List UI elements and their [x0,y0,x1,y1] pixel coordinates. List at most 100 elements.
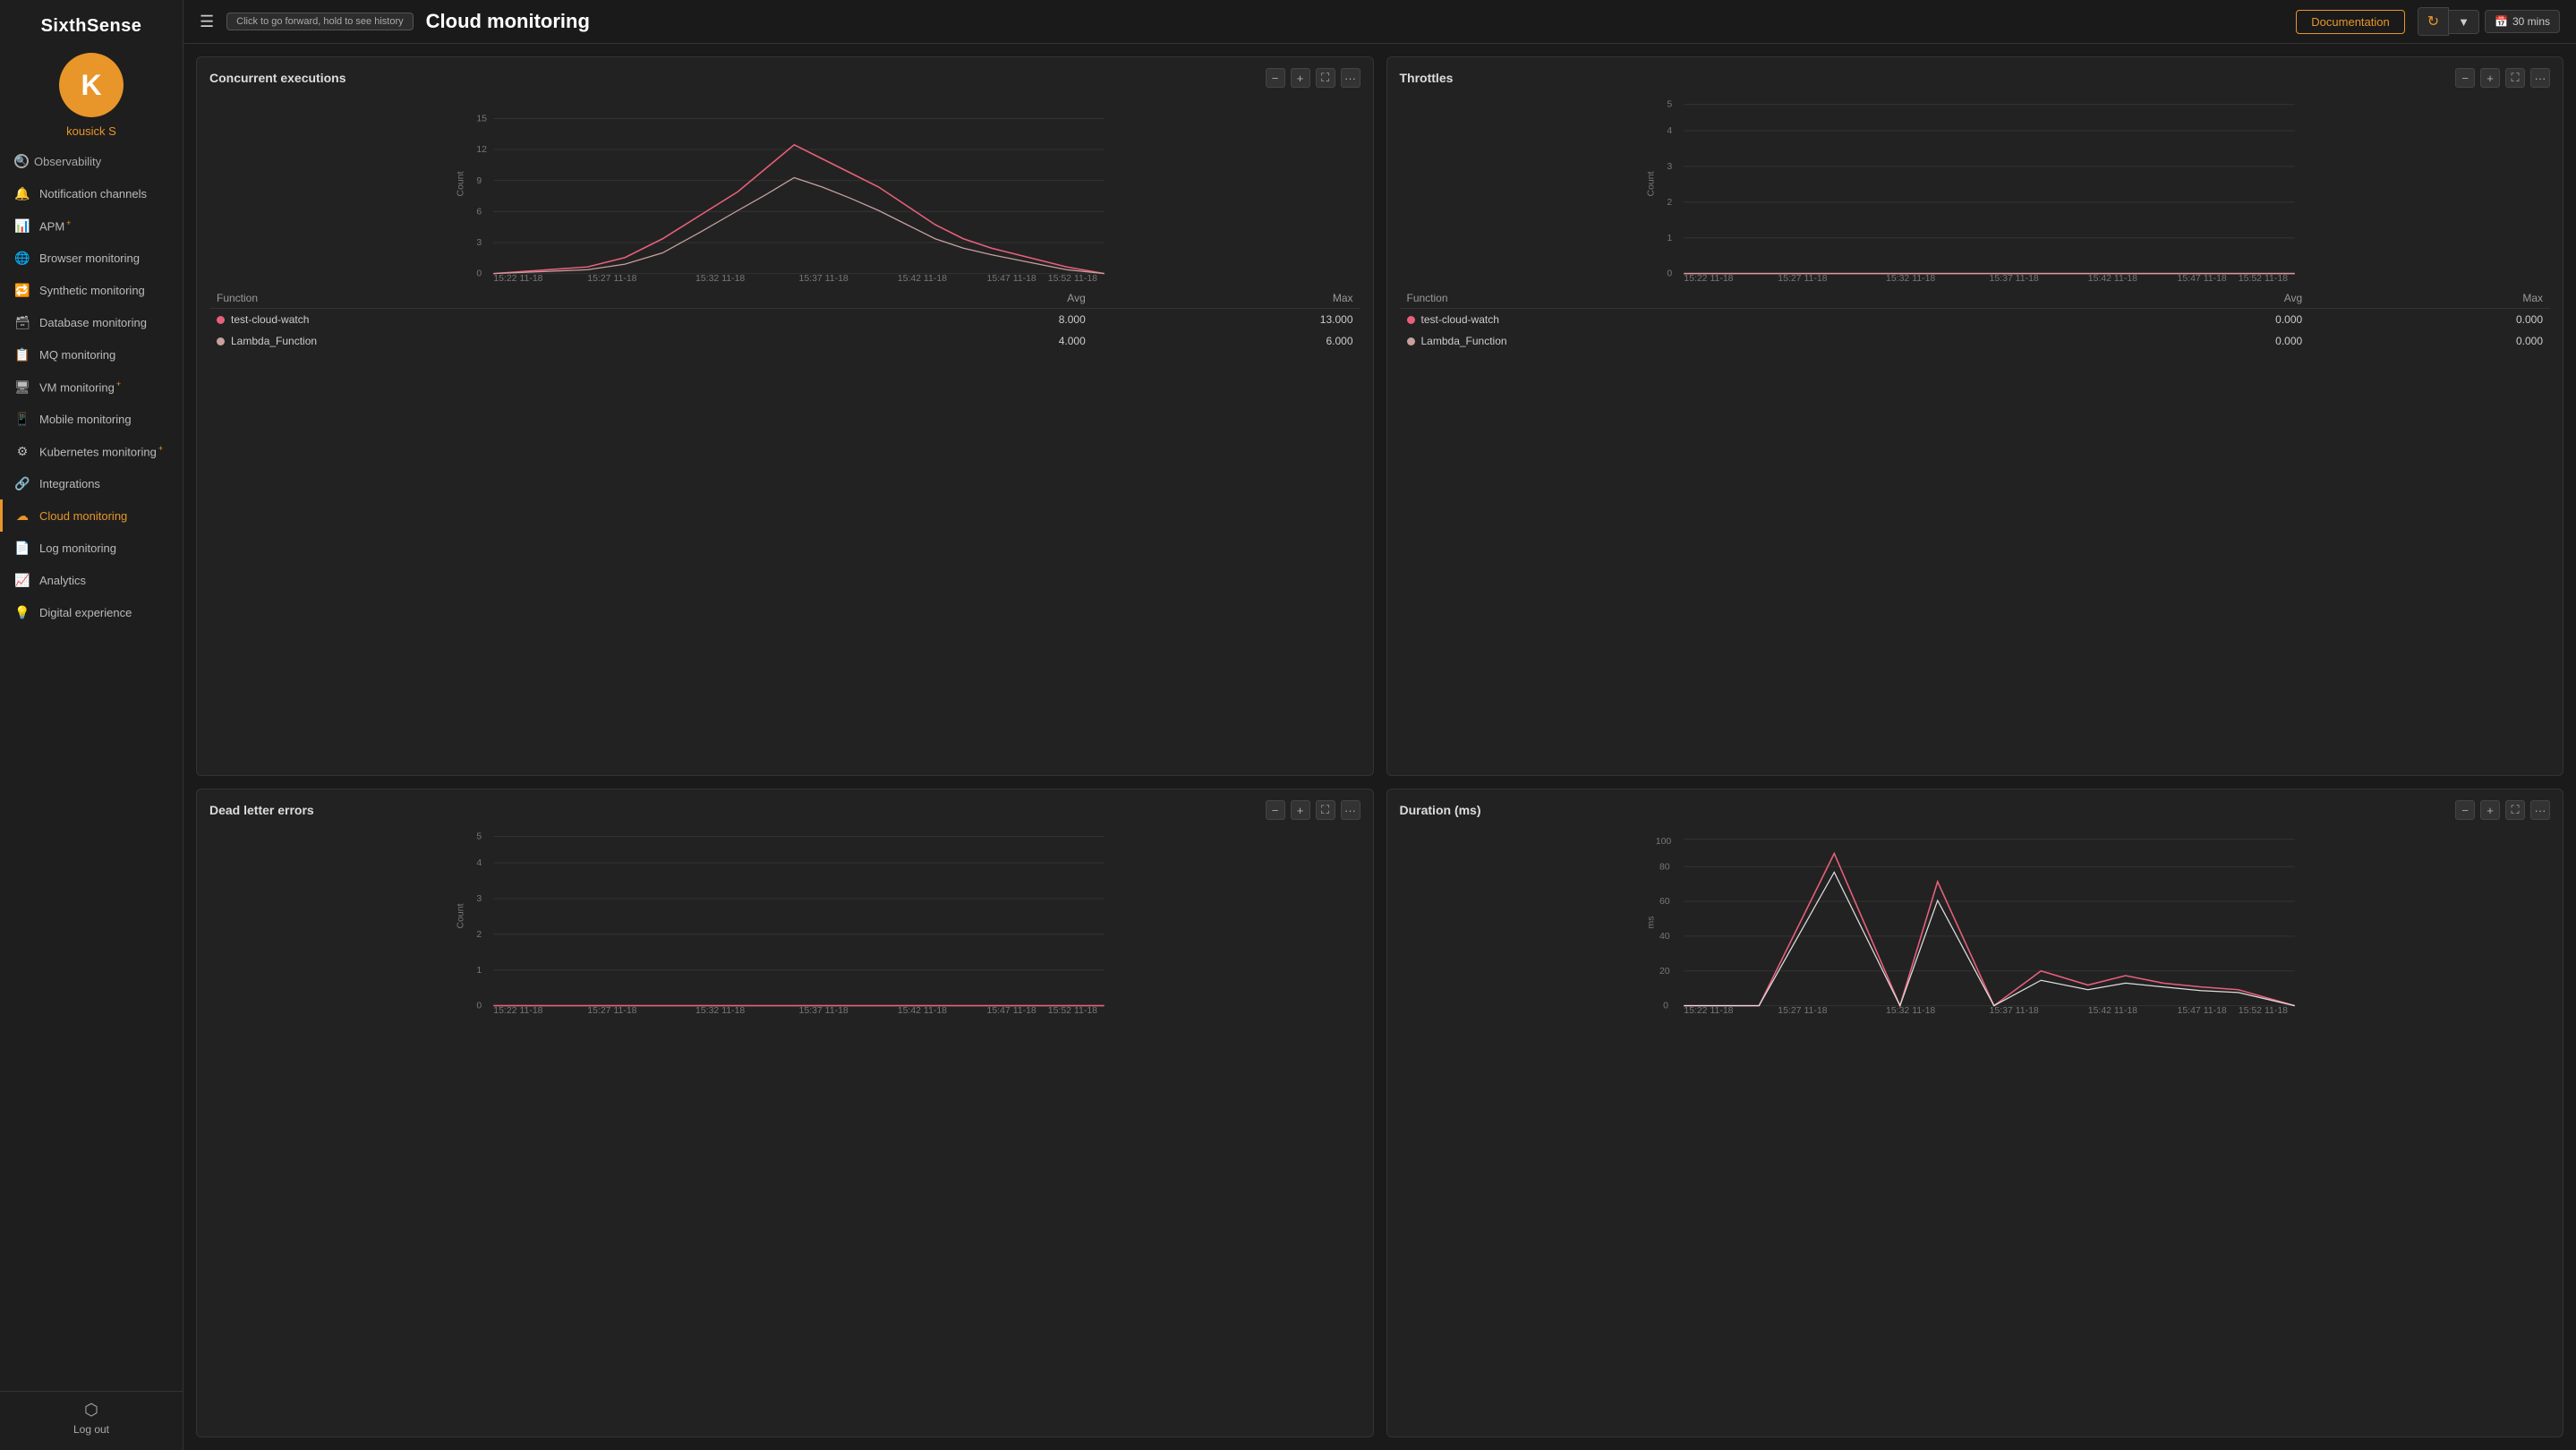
nav-icon-digital-experience: 💡 [14,604,30,620]
legend-table-throttles: Function Avg Max test-cloud-watch 0.000 … [1400,288,2551,352]
col-avg-t: Avg [2068,288,2309,309]
svg-text:15:47 11-18: 15:47 11-18 [987,1005,1036,1013]
svg-text:20: 20 [1659,966,1669,977]
sidebar-item-cloud-monitoring[interactable]: ☁ Cloud monitoring [0,499,183,532]
nav-icon-apm: 📊 [14,218,30,234]
legend-row-2: Lambda_Function 4.000 6.000 [209,330,1361,352]
main-content: ☰ Click to go forward, hold to see histo… [183,0,2576,1450]
svg-text:15:27 11-18: 15:27 11-18 [1778,273,1827,281]
panel-plus-btn-dur[interactable]: + [2480,800,2500,820]
panel-expand-btn-t[interactable]: ⛶ [2505,68,2525,88]
svg-text:15:47 11-18: 15:47 11-18 [2177,273,2226,281]
documentation-button[interactable]: Documentation [2296,10,2404,34]
sidebar-item-database-monitoring[interactable]: 🗃 Database monitoring [0,306,183,338]
avatar-name: kousick S [66,124,116,138]
svg-text:0: 0 [1667,269,1672,279]
nav-label-mq-monitoring: MQ monitoring [39,348,115,362]
chart-concurrent: 0 3 6 9 12 15 Count [209,93,1361,281]
hamburger-icon[interactable]: ☰ [200,13,214,31]
dashboard-grid: Concurrent executions − + ⛶ ··· 0 3 6 9 … [183,44,2576,1450]
sidebar-item-mq-monitoring[interactable]: 📋 MQ monitoring [0,338,183,371]
svg-text:3: 3 [1667,161,1672,172]
panel-minus-btn-t[interactable]: − [2455,68,2475,88]
nav-label-database-monitoring: Database monitoring [39,316,147,329]
sidebar: SixthSense K kousick S 🔍 Observability 🔔… [0,0,183,1450]
calendar-icon: 📅 [2495,15,2508,28]
sidebar-item-digital-experience[interactable]: 💡 Digital experience [0,596,183,628]
legend-row-t1: test-cloud-watch 0.000 0.000 [1400,309,2551,331]
legend-row-1: test-cloud-watch 8.000 13.000 [209,309,1361,331]
col-avg: Avg [859,288,1093,309]
panel-more-btn-d[interactable]: ··· [1341,800,1361,820]
svg-text:15:52 11-18: 15:52 11-18 [2238,1005,2287,1013]
col-max-t: Max [2309,288,2550,309]
nav-label-log-monitoring: Log monitoring [39,542,116,555]
nav-icon-notification-channels: 🔔 [14,185,30,201]
logout-button[interactable]: ⬡ Log out [14,1401,168,1436]
nav-icon-synthetic-monitoring: 🔁 [14,282,30,298]
sidebar-item-log-monitoring[interactable]: 📄 Log monitoring [0,532,183,564]
nav-label-synthetic-monitoring: Synthetic monitoring [39,284,145,297]
panel-more-btn[interactable]: ··· [1341,68,1361,88]
panel-header-dead: Dead letter errors − + ⛶ ··· [209,800,1361,820]
time-dropdown[interactable]: ▼ [2449,10,2479,34]
svg-text:1: 1 [1667,233,1672,243]
panel-expand-btn-d[interactable]: ⛶ [1316,800,1335,820]
observability-label: 🔍 Observability [0,149,183,177]
dot-pink-1 [217,316,225,324]
topbar: ☰ Click to go forward, hold to see histo… [183,0,2576,44]
panel-minus-btn[interactable]: − [1266,68,1285,88]
panel-more-btn-dur[interactable]: ··· [2530,800,2550,820]
nav-icon-log-monitoring: 📄 [14,540,30,556]
sidebar-item-integrations[interactable]: 🔗 Integrations [0,467,183,499]
nav-label-apm: APM+ [39,218,71,233]
nav-badge-apm: + [66,218,71,227]
sidebar-nav: 🔔 Notification channels 📊 APM+ 🌐 Browser… [0,177,183,1391]
svg-text:15:32 11-18: 15:32 11-18 [695,273,745,281]
svg-text:2: 2 [476,929,482,940]
panel-more-btn-t[interactable]: ··· [2530,68,2550,88]
svg-text:3: 3 [476,237,482,248]
sidebar-item-synthetic-monitoring[interactable]: 🔁 Synthetic monitoring [0,274,183,306]
time-label: 30 mins [2512,15,2550,28]
time-calendar[interactable]: 📅 30 mins [2485,10,2560,33]
sidebar-item-notification-channels[interactable]: 🔔 Notification channels [0,177,183,209]
sidebar-item-kubernetes-monitoring[interactable]: ⚙ Kubernetes monitoring+ [0,435,183,467]
nav-icon-browser-monitoring: 🌐 [14,250,30,266]
svg-text:9: 9 [476,175,482,186]
sidebar-item-apm[interactable]: 📊 APM+ [0,209,183,242]
svg-text:4: 4 [1667,125,1672,136]
nav-icon-mobile-monitoring: 📱 [14,411,30,427]
avatar: K [59,53,124,117]
svg-text:15: 15 [476,114,487,124]
svg-text:40: 40 [1659,931,1669,942]
nav-icon-integrations: 🔗 [14,475,30,491]
panel-expand-btn[interactable]: ⛶ [1316,68,1335,88]
dot-light-1 [217,337,225,345]
sidebar-logo: SixthSense [0,0,183,44]
sidebar-item-mobile-monitoring[interactable]: 📱 Mobile monitoring [0,403,183,435]
panel-expand-btn-dur[interactable]: ⛶ [2505,800,2525,820]
panel-plus-btn-t[interactable]: + [2480,68,2500,88]
svg-text:15:22 11-18: 15:22 11-18 [1684,1005,1733,1013]
svg-text:15:22 11-18: 15:22 11-18 [493,273,542,281]
chart-svg-duration: 0 20 40 60 80 100 ms [1400,825,2551,1013]
sidebar-item-vm-monitoring[interactable]: 🖥 VM monitoring+ [0,371,183,403]
svg-text:5: 5 [476,832,482,842]
svg-text:1: 1 [476,965,482,976]
panel-minus-btn-dur[interactable]: − [2455,800,2475,820]
chart-dead-letter: 0 1 2 3 4 5 Count 15:22 11-18 15 [209,825,1361,1013]
panel-plus-btn-d[interactable]: + [1291,800,1310,820]
nav-label-analytics: Analytics [39,574,86,587]
svg-text:0: 0 [476,1001,482,1011]
time-refresh-icon[interactable]: ↻ [2418,7,2449,36]
svg-text:15:37 11-18: 15:37 11-18 [1989,273,2038,281]
svg-text:6: 6 [476,206,482,217]
nav-label-integrations: Integrations [39,477,100,490]
panel-minus-btn-d[interactable]: − [1266,800,1285,820]
svg-text:15:27 11-18: 15:27 11-18 [587,1005,636,1013]
panel-plus-btn[interactable]: + [1291,68,1310,88]
sidebar-item-analytics[interactable]: 📈 Analytics [0,564,183,596]
sidebar-item-browser-monitoring[interactable]: 🌐 Browser monitoring [0,242,183,274]
chart-svg-concurrent: 0 3 6 9 12 15 Count [209,93,1361,281]
